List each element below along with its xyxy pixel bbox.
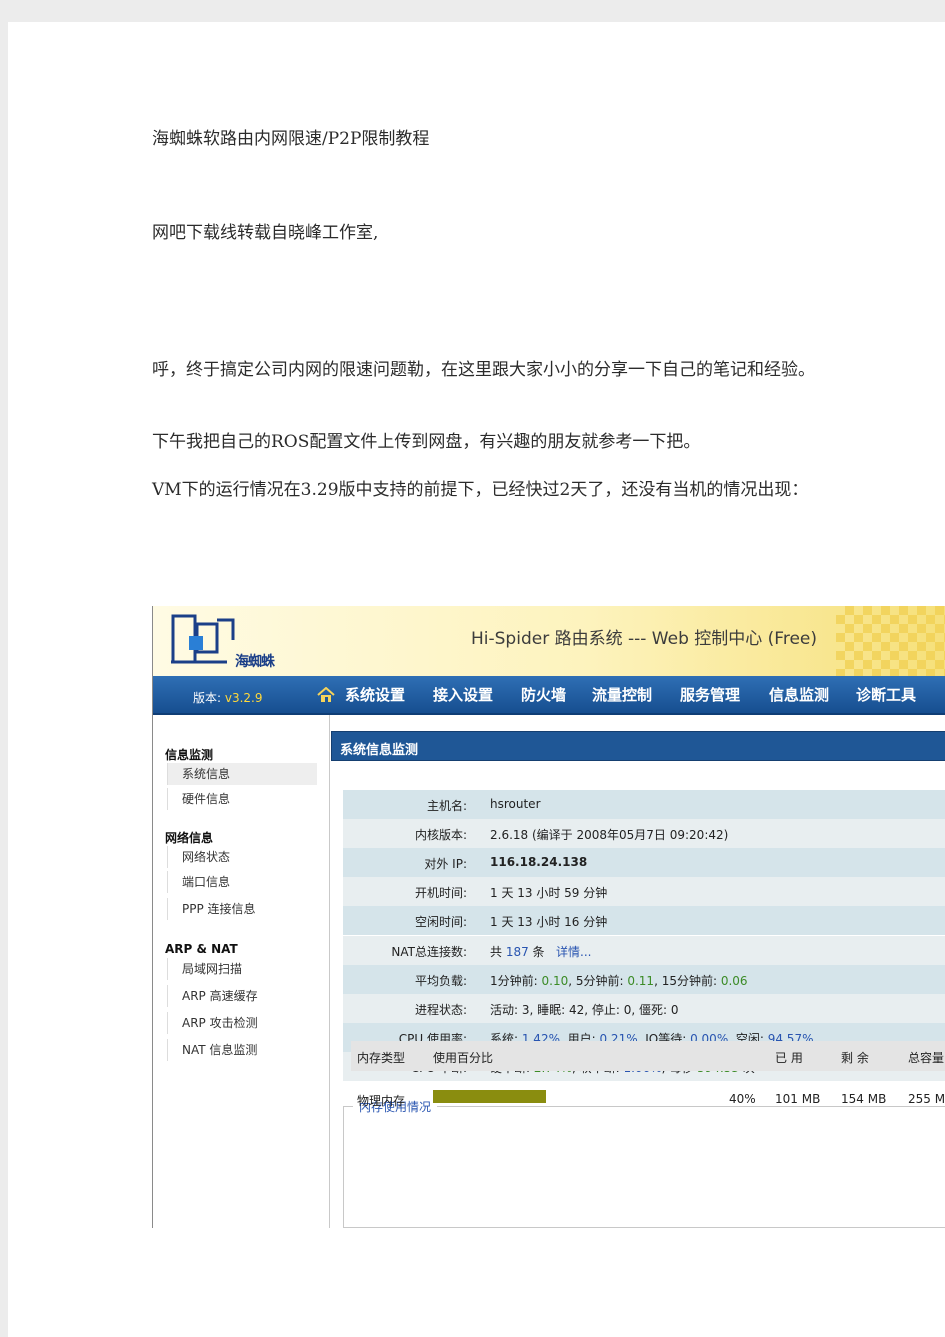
row-label: 对外 IP: bbox=[424, 857, 467, 871]
sidebar-item-arp-attack[interactable]: ARP 攻击检测 bbox=[167, 1012, 317, 1034]
document-paragraph: 呼，终于搞定公司内网的限速问题勒，在这里跟大家小小的分享一下自己的笔记和经验。 bbox=[152, 360, 815, 380]
sidebar-group-network-info: 网络信息 bbox=[165, 831, 214, 845]
process-value: 活动: 3, 睡眠: 42, 停止: 0, 僵死: 0 bbox=[490, 1003, 679, 1017]
header-free: 剩 余 bbox=[841, 1051, 869, 1065]
row-label: 空闲时间: bbox=[414, 915, 467, 929]
header-used: 已 用 bbox=[775, 1051, 803, 1065]
main-content: 系统信息监测 主机名: hsrouter 内核版本: 2.6.18 (编译于 2… bbox=[331, 731, 945, 1228]
header-memory-type: 内存类型 bbox=[357, 1051, 406, 1065]
nav-info-monitor[interactable]: 信息监测 bbox=[769, 684, 829, 705]
banner-title: Hi-Spider 路由系统 --- Web 控制中心 (Free) bbox=[471, 629, 818, 649]
sidebar-group-arp-nat: ARP & NAT bbox=[165, 942, 238, 956]
info-row-idle: 空闲时间: 1 天 13 小时 16 分钟 bbox=[343, 906, 945, 935]
memory-total-cell: 255 M bbox=[908, 1092, 945, 1106]
nav-traffic-control[interactable]: 流量控制 bbox=[592, 684, 652, 705]
kernel-value: 2.6.18 (编译于 2008年05月7日 09:20:42) bbox=[490, 828, 729, 842]
nat-prefix: 共 bbox=[490, 945, 506, 959]
memory-free-cell: 154 MB bbox=[841, 1092, 887, 1106]
row-label: NAT总连接数: bbox=[391, 945, 467, 959]
document-title: 海蜘蛛软路由内网限速/P2P限制教程 bbox=[152, 129, 430, 149]
info-row-process: 进程状态: 活动: 3, 睡眠: 42, 停止: 0, 僵死: 0 bbox=[343, 994, 945, 1023]
load-15-value: 0.06 bbox=[720, 974, 748, 988]
nat-value: 共 187 条 详情... bbox=[490, 943, 591, 960]
info-row-hostname: 主机名: hsrouter bbox=[343, 790, 945, 819]
version-value: v3.2.9 bbox=[224, 691, 263, 705]
version-label: 版本: bbox=[193, 691, 225, 705]
load-1-label: 1分钟前: bbox=[490, 974, 542, 988]
document-paragraph: 下午我把自己的ROS配置文件上传到网盘，有兴趣的朋友就参考一下把。 bbox=[152, 432, 701, 452]
row-label: 进程状态: bbox=[414, 1003, 467, 1017]
memory-usage-box bbox=[343, 1106, 945, 1228]
load-15-label: , 15分钟前: bbox=[654, 974, 721, 988]
row-label: 平均负载: bbox=[414, 974, 467, 988]
hostname-value: hsrouter bbox=[490, 797, 541, 811]
nav-diagnostic-tools[interactable]: 诊断工具 bbox=[856, 684, 916, 705]
sidebar-item-hardware-info[interactable]: 硬件信息 bbox=[167, 788, 317, 810]
load-1-value: 0.10 bbox=[541, 974, 569, 988]
header-usage-percent: 使用百分比 bbox=[433, 1051, 494, 1065]
nat-count: 187 bbox=[505, 945, 529, 959]
external-ip-value: 116.18.24.138 bbox=[490, 855, 588, 869]
header-banner: 海蜘蛛 Hi-Spider 路由系统 --- Web 控制中心 (Free) bbox=[153, 606, 945, 676]
nav-service-management[interactable]: 服务管理 bbox=[680, 684, 740, 705]
load-value: 1分钟前: 0.10, 5分钟前: 0.11, 15分钟前: 0.06 bbox=[490, 972, 748, 989]
info-row-external-ip: 对外 IP: 116.18.24.138 bbox=[343, 848, 945, 877]
home-icon[interactable] bbox=[317, 687, 335, 703]
document-paragraph: VM下的运行情况在3.29版中支持的前提下，已经快过2天了，还没有当机的情况出现… bbox=[152, 480, 809, 500]
memory-used-cell: 101 MB bbox=[775, 1092, 821, 1106]
row-label: 开机时间: bbox=[414, 886, 467, 900]
banner-decoration bbox=[836, 606, 945, 676]
nav-access-settings[interactable]: 接入设置 bbox=[433, 684, 493, 705]
memory-table-header: 内存类型 使用百分比 已 用 剩 余 总容量 bbox=[351, 1041, 945, 1071]
memory-usage-bar bbox=[433, 1090, 546, 1103]
panel-header: 系统信息监测 bbox=[331, 731, 945, 761]
nav-firewall[interactable]: 防火墙 bbox=[521, 684, 566, 705]
top-navbar: 版本: v3.2.9 系统设置 接入设置 防火墙 流量控制 服务管理 信息监测 … bbox=[153, 676, 945, 715]
nat-suffix: 条 bbox=[528, 945, 545, 959]
document-source: 网吧下载线转载自晓峰工作室, bbox=[152, 223, 379, 243]
sidebar-item-arp-cache[interactable]: ARP 高速缓存 bbox=[167, 985, 317, 1007]
info-row-kernel: 内核版本: 2.6.18 (编译于 2008年05月7日 09:20:42) bbox=[343, 819, 945, 848]
sidebar-item-lan-scan[interactable]: 局域网扫描 bbox=[167, 958, 317, 980]
load-5-value: 0.11 bbox=[627, 974, 655, 988]
logo-text: 海蜘蛛 bbox=[235, 654, 275, 670]
load-5-label: , 5分钟前: bbox=[568, 974, 628, 988]
info-row-uptime: 开机时间: 1 天 13 小时 59 分钟 bbox=[343, 877, 945, 906]
row-label: 主机名: bbox=[426, 799, 467, 813]
sidebar-item-ppp-info[interactable]: PPP 连接信息 bbox=[167, 898, 317, 920]
info-row-nat: NAT总连接数: 共 187 条 详情... bbox=[343, 936, 945, 965]
sidebar-item-nat-monitor[interactable]: NAT 信息监测 bbox=[167, 1039, 317, 1061]
info-row-load: 平均负载: 1分钟前: 0.10, 5分钟前: 0.11, 15分钟前: 0.0… bbox=[343, 965, 945, 994]
nat-details-link[interactable]: 详情... bbox=[556, 945, 591, 959]
memory-type-cell: 物理内存 bbox=[357, 1094, 406, 1108]
sidebar-item-network-status[interactable]: 网络状态 bbox=[167, 846, 317, 868]
uptime-value: 1 天 13 小时 59 分钟 bbox=[490, 886, 608, 900]
router-screenshot: 海蜘蛛 Hi-Spider 路由系统 --- Web 控制中心 (Free) 版… bbox=[152, 606, 945, 1228]
nav-system-settings[interactable]: 系统设置 bbox=[345, 684, 405, 705]
row-label: 内核版本: bbox=[414, 828, 467, 842]
sidebar-item-port-info[interactable]: 端口信息 bbox=[167, 871, 317, 893]
sidebar-group-info-monitor: 信息监测 bbox=[165, 748, 214, 762]
memory-percent-cell: 40% bbox=[729, 1092, 756, 1106]
version-info: 版本: v3.2.9 bbox=[193, 689, 263, 706]
idle-value: 1 天 13 小时 16 分钟 bbox=[490, 915, 608, 929]
sidebar-item-system-info[interactable]: 系统信息 bbox=[167, 763, 317, 785]
panel-title: 系统信息监测 bbox=[340, 743, 419, 758]
sidebar: 信息监测 系统信息 硬件信息 网络信息 网络状态 端口信息 PPP 连接信息 A… bbox=[153, 715, 330, 1228]
header-total: 总容量 bbox=[908, 1051, 945, 1065]
